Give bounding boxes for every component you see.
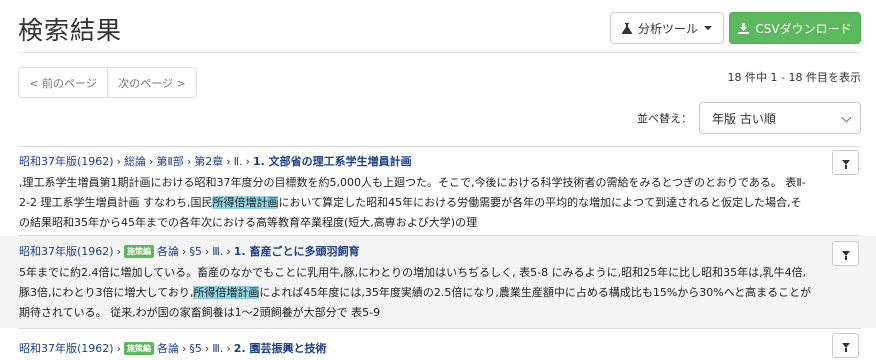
result-item: 昭和37年版(1962) › 施策編 各論 › §5 › Ⅲ. › 2. 園芸振興と技術	[0, 329, 876, 360]
crumb-year[interactable]: 昭和37年版(1962)	[19, 153, 114, 169]
search-highlight: 所得倍増計画	[193, 286, 260, 299]
snippet-text: によれば45年度には,35年度実績の2.5倍になり,農業生産額中に占める構成比も…	[259, 286, 812, 299]
analysis-tools-label: 分析ツール	[637, 21, 698, 36]
filter-icon	[841, 343, 850, 352]
category-badge: 施策編	[123, 244, 154, 258]
csv-download-button[interactable]: CSVダウンロード	[729, 12, 861, 44]
prev-page-button[interactable]: < 前のページ	[19, 68, 108, 97]
result-title[interactable]: 1. 文部省の理工系学生増員計画	[253, 153, 412, 169]
crumb-part[interactable]: §5	[189, 245, 202, 258]
snippet-line: の結果昭和35年から45年までの各年次における高等教育卒業程度(短大,高専および…	[19, 216, 478, 229]
crumb-year[interactable]: 昭和37年版(1962)	[19, 243, 114, 259]
crumb-section[interactable]: 各論	[157, 340, 179, 356]
crumb-section[interactable]: 各論	[157, 243, 179, 259]
result-count: 18 件中 1 - 18 件目を表示	[727, 71, 861, 84]
result-breadcrumb: 昭和37年版(1962) › 総論 › 第Ⅱ部 › 第2章 › Ⅱ. › 1. 文部省の理…	[19, 153, 412, 169]
header-divider	[18, 52, 861, 53]
result-title[interactable]: 1. 畜産ごとに多頭羽飼育	[234, 243, 360, 259]
snippet-line: 2-2 理工系学生増員計画 すなわち,国民所得倍増計画において算定した昭和45年…	[19, 193, 861, 213]
result-snippet: 5年までに約2.4倍に増加している。畜産のなかでもことに乳用牛,豚,にわとりの増…	[19, 263, 861, 323]
snippet-text: 豚3倍,にわとり3倍に増大しており,	[19, 286, 194, 299]
result-breadcrumb: 昭和37年版(1962) › 施策編 各論 › §5 › Ⅲ. › 2. 園芸振興と技術	[19, 340, 327, 356]
snippet-line: 期待されている。 従来,わが国の家畜飼養は1～2頭飼養が大部分で 表5-9	[19, 306, 381, 319]
snippet-text: 2-2 理工系学生増員計画 すなわち,国民	[19, 196, 213, 209]
sort-selected-value: 年版 古い順	[712, 111, 776, 126]
crumb-part[interactable]: §5	[189, 342, 202, 355]
result-item: 昭和37年版(1962) › 総論 › 第Ⅱ部 › 第2章 › Ⅱ. › 1. 文部省の理…	[0, 147, 876, 235]
crumb-year[interactable]: 昭和37年版(1962)	[19, 340, 114, 356]
download-icon	[738, 22, 750, 34]
result-item: 昭和37年版(1962) › 施策編 各論 › §5 › Ⅲ. › 1. 畜産ごとに多頭…	[0, 236, 876, 328]
snippet-line: ,理工系学生増員第1期計画における昭和37年度分の目標数を約5,000人も上廻つ…	[19, 176, 806, 189]
crumb-chapter[interactable]: 第2章	[194, 153, 223, 169]
chevron-down-icon	[841, 112, 852, 123]
crumb-subsection[interactable]: Ⅲ.	[212, 245, 223, 258]
page-title: 検索結果	[18, 16, 123, 45]
result-breadcrumb: 昭和37年版(1962) › 施策編 各論 › §5 › Ⅲ. › 1. 畜産ごとに多頭…	[19, 243, 360, 259]
filter-icon	[841, 251, 850, 260]
crumb-subsection[interactable]: Ⅱ.	[234, 155, 243, 168]
category-badge: 施策編	[123, 341, 154, 355]
sort-select[interactable]: 年版 古い順	[699, 102, 861, 134]
csv-download-label: CSVダウンロード	[755, 21, 852, 36]
crumb-section[interactable]: 総論	[124, 153, 146, 169]
flask-icon	[621, 22, 632, 34]
filter-icon	[841, 160, 850, 169]
filter-button[interactable]	[832, 150, 859, 175]
result-title[interactable]: 2. 園芸振興と技術	[234, 340, 327, 356]
filter-button[interactable]	[832, 333, 859, 358]
caret-down-icon	[704, 26, 712, 30]
analysis-tools-button[interactable]: 分析ツール	[610, 12, 724, 44]
crumb-part[interactable]: 第Ⅱ部	[156, 153, 183, 169]
sort-label: 並べ替え：	[637, 112, 692, 125]
snippet-text: において算定した昭和45年における労働需要が各年の平均的な増加によつて到達される…	[278, 196, 802, 209]
result-snippet: ,理工系学生増員第1期計画における昭和37年度分の目標数を約5,000人も上廻つ…	[19, 173, 861, 233]
pagination: < 前のページ 次のページ >	[18, 67, 197, 98]
search-highlight: 所得倍増計画	[212, 196, 279, 209]
next-page-button[interactable]: 次のページ >	[108, 68, 196, 97]
snippet-line: 5年までに約2.4倍に増加している。畜産のなかでもことに乳用牛,豚,にわとりの増…	[19, 266, 807, 279]
crumb-subsection[interactable]: Ⅲ.	[212, 342, 223, 355]
snippet-line: 豚3倍,にわとり3倍に増大しており,所得倍増計画によれば45年度には,35年度実…	[19, 283, 861, 303]
